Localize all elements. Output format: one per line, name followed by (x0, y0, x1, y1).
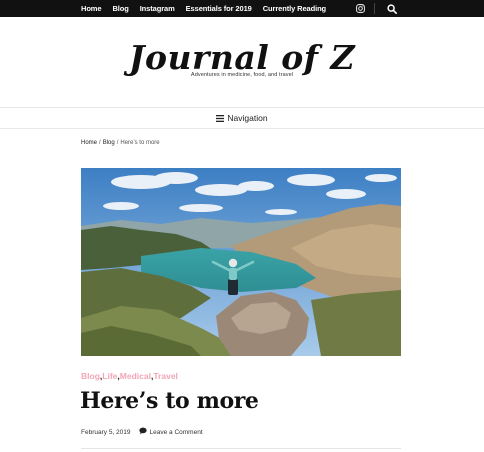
breadcrumb-home[interactable]: Home (81, 140, 97, 146)
topnav-home-link[interactable]: Home (81, 4, 102, 13)
top-bar: Home Blog Instagram Essentials for 2019 … (0, 0, 484, 17)
breadcrumb: Home / Blog / Here’s to more (81, 140, 160, 146)
search-icon[interactable] (384, 0, 400, 17)
meta-divider (81, 448, 401, 449)
top-icons (352, 0, 400, 17)
category-link-medical[interactable]: Medical (120, 371, 151, 381)
category-link-travel[interactable]: Travel (153, 371, 178, 381)
topnav-instagram-link[interactable]: Instagram (140, 4, 175, 13)
navigation-toggle[interactable]: Navigation (216, 109, 268, 127)
category-link-blog[interactable]: Blog (81, 371, 100, 381)
topnav-blog-link[interactable]: Blog (112, 4, 128, 13)
navigation-bar: Navigation (0, 107, 484, 129)
breadcrumb-current: Here’s to more (120, 140, 160, 146)
site-header: Journal of Z Adventures in medicine, foo… (0, 17, 484, 107)
post-date[interactable]: February 5, 2019 (81, 429, 131, 436)
comment-icon (138, 427, 147, 437)
breadcrumb-separator: / (116, 140, 119, 146)
top-divider (374, 3, 375, 14)
topnav-essentials-link[interactable]: Essentials for 2019 (186, 4, 252, 13)
hamburger-icon (216, 109, 225, 127)
breadcrumb-separator: / (99, 140, 101, 146)
site-tagline: Adventures in medicine, food, and travel (190, 72, 294, 78)
top-navigation: Home Blog Instagram Essentials for 2019 … (81, 0, 326, 17)
instagram-icon[interactable] (352, 0, 368, 17)
post-categories: Blog, Life, Medical, Travel (81, 371, 178, 381)
navigation-label: Navigation (227, 113, 268, 123)
breadcrumb-blog[interactable]: Blog (103, 140, 115, 146)
comment-link-wrap: Leave a Comment (138, 427, 203, 437)
category-link-life[interactable]: Life (102, 371, 117, 381)
leave-comment-link[interactable]: Leave a Comment (150, 429, 203, 436)
post-title: Here’s to more (80, 388, 259, 414)
featured-image (81, 168, 401, 356)
post-meta: February 5, 2019 Leave a Comment (81, 427, 203, 437)
topnav-currently-reading-link[interactable]: Currently Reading (263, 4, 326, 13)
